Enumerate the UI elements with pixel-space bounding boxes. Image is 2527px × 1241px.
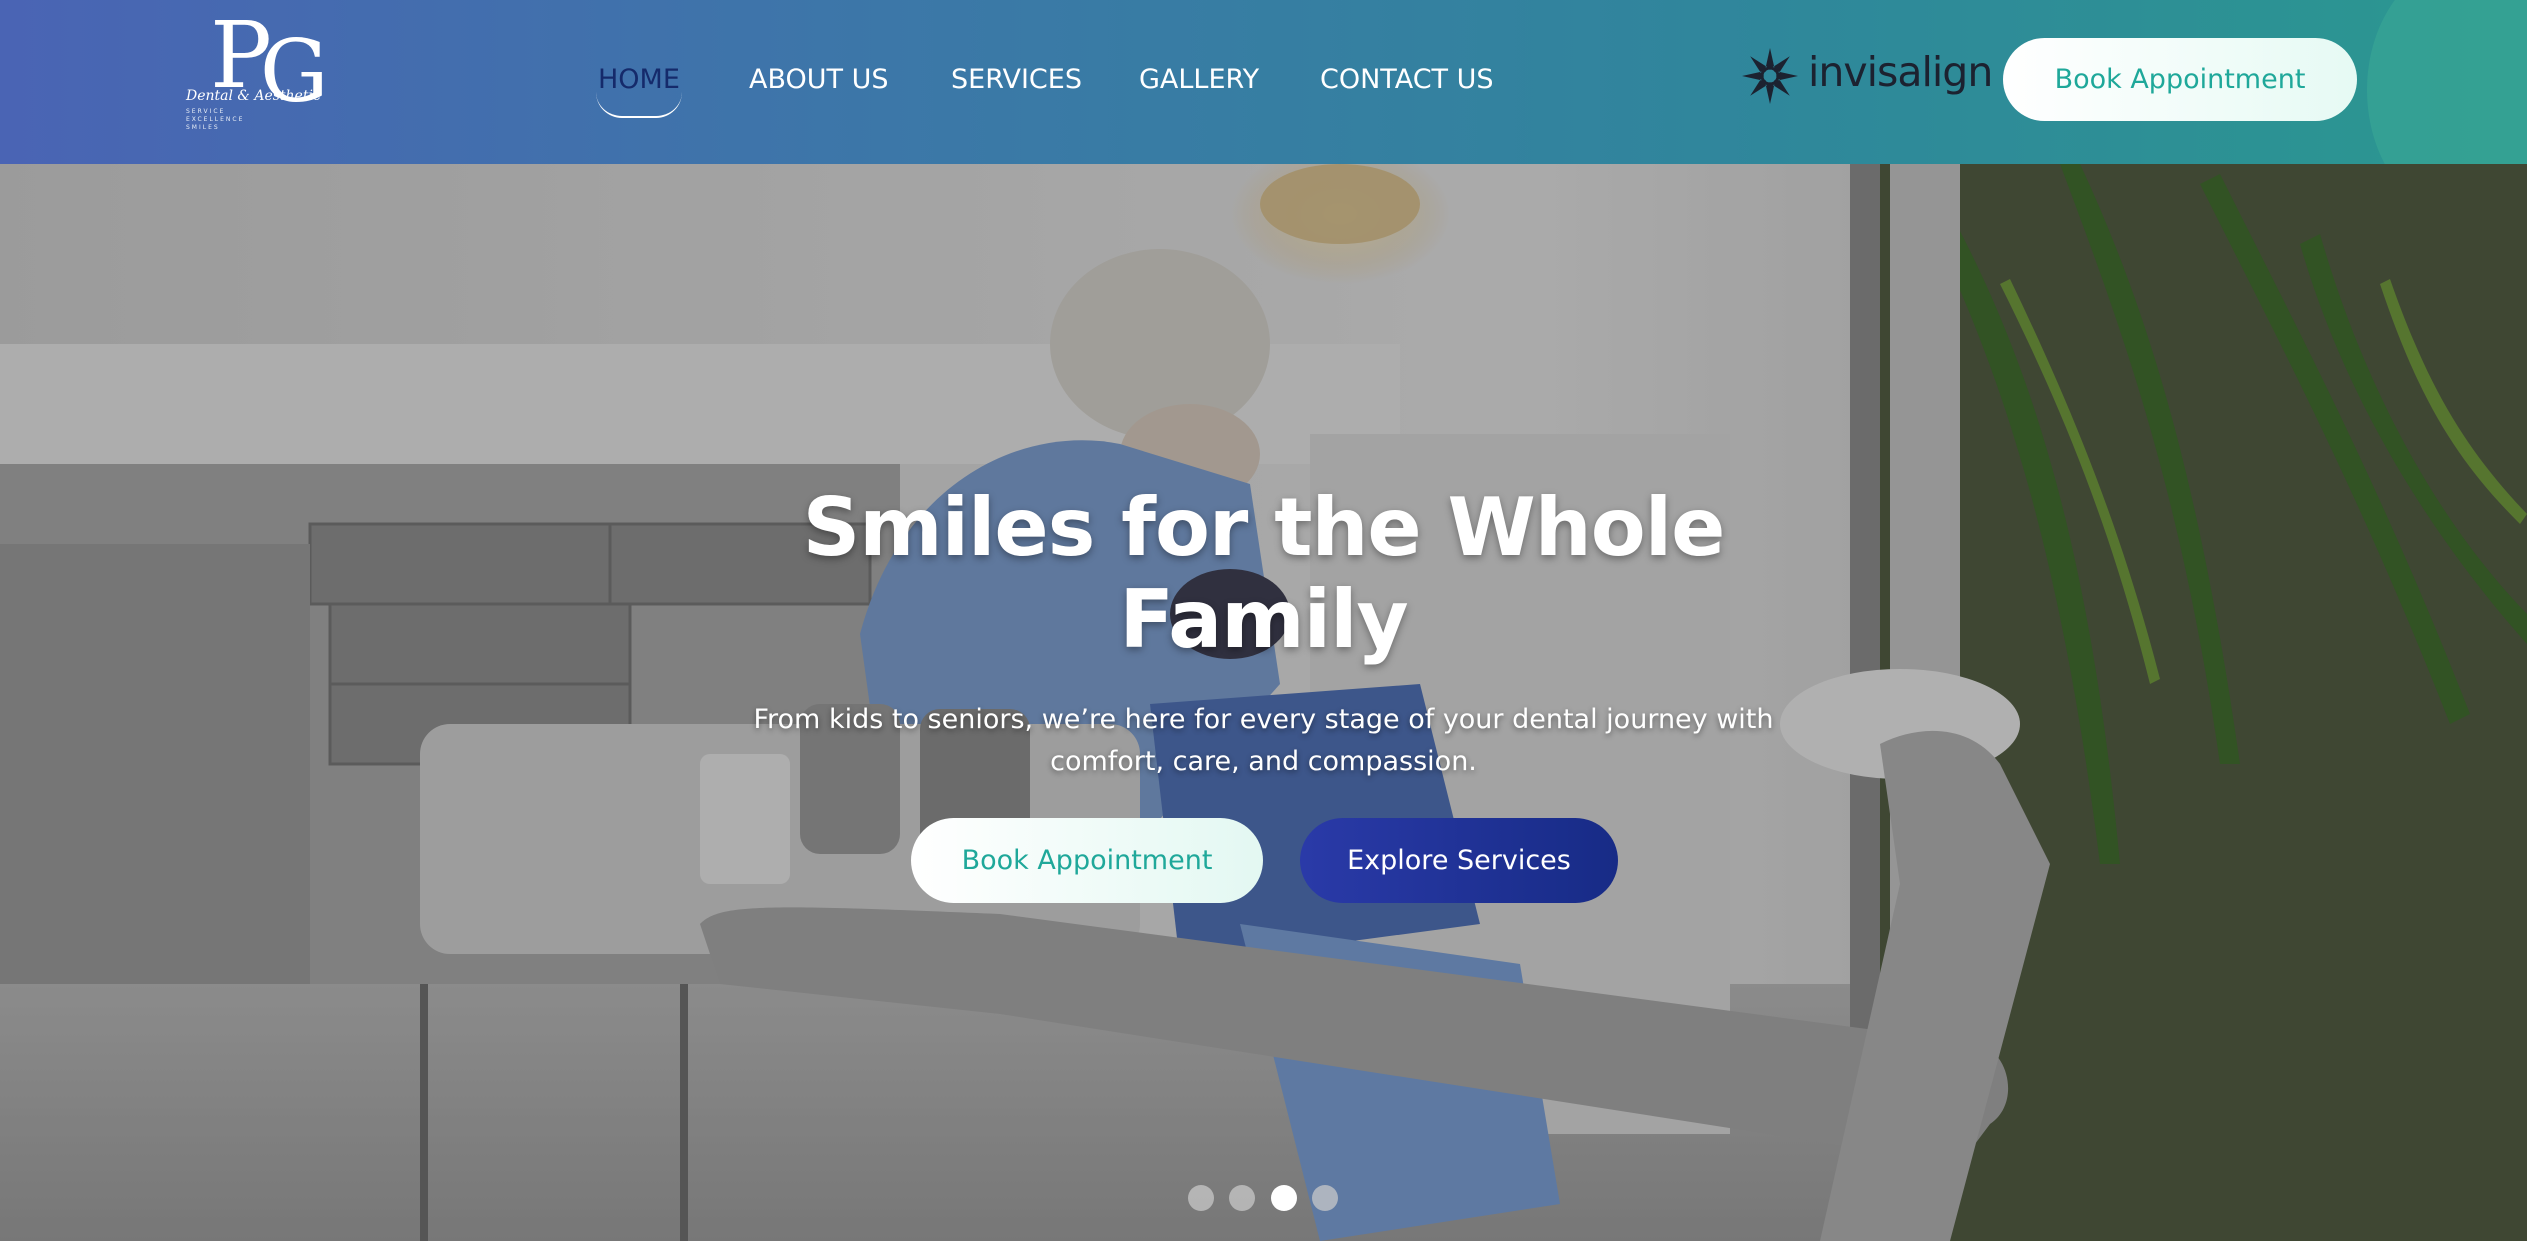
invisalign-wordmark: invisalign — [1808, 48, 1993, 96]
nav-contact-us[interactable]: CONTACT US — [1320, 58, 1494, 118]
slider-dot-3[interactable] — [1271, 1185, 1297, 1211]
invisalign-star-icon — [1742, 48, 1798, 104]
slider-dot-4[interactable] — [1312, 1185, 1338, 1211]
hero-explore-services-button[interactable]: Explore Services — [1300, 818, 1618, 903]
logo-script: Dental & Aesthetic — [186, 88, 321, 104]
slider-dot-2[interactable] — [1229, 1185, 1255, 1211]
nav-home[interactable]: HOME — [596, 58, 682, 118]
clinic-logo[interactable]: PG Dental & Aesthetic SERVICE EXCELLENCE… — [180, 10, 330, 132]
slider-dot-1[interactable] — [1188, 1185, 1214, 1211]
header-decoration — [2367, 0, 2527, 164]
logo-tagline: SERVICE EXCELLENCE SMILES — [186, 108, 245, 131]
hero-subtitle: From kids to seniors, we’re here for eve… — [753, 704, 1774, 777]
hero-book-appointment-button[interactable]: Book Appointment — [911, 818, 1263, 903]
hero-banner: Smiles for the Whole Family From kids to… — [0, 164, 2527, 1241]
hero-title: Smiles for the Whole Family — [802, 481, 1726, 666]
header-book-appointment-button[interactable]: Book Appointment — [2003, 38, 2357, 121]
site-header: PG Dental & Aesthetic SERVICE EXCELLENCE… — [0, 0, 2527, 164]
nav-about-us[interactable]: ABOUT US — [749, 58, 889, 118]
nav-gallery[interactable]: GALLERY — [1139, 58, 1259, 118]
nav-services[interactable]: SERVICES — [951, 58, 1082, 118]
